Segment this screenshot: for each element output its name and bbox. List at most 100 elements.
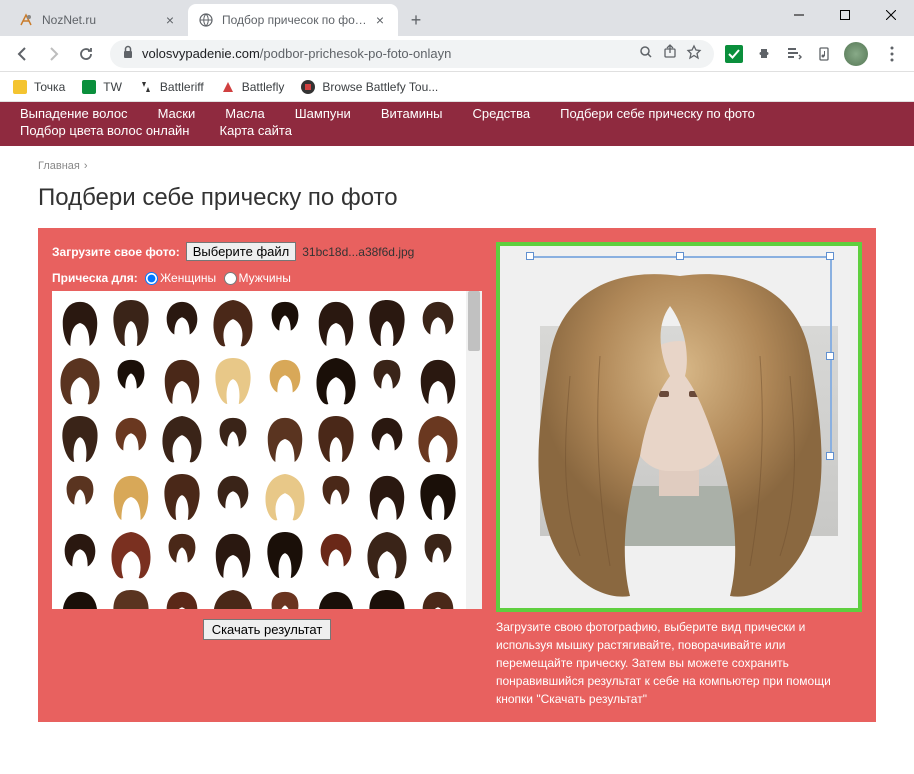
share-icon[interactable] [662, 44, 678, 63]
bookmark-item[interactable]: Battleriff [138, 79, 204, 95]
ext-puzzle-icon[interactable] [754, 44, 774, 64]
hairstyle-option[interactable] [414, 469, 462, 525]
nav-link[interactable]: Масла [225, 106, 265, 121]
download-result-button[interactable]: Скачать результат [203, 619, 332, 640]
hairstyle-option[interactable] [209, 585, 257, 609]
address-bar[interactable]: volosvypadenie.com/podbor-prichesok-po-f… [110, 40, 714, 68]
gallery-scrollbar[interactable] [466, 291, 482, 609]
hairstyle-option[interactable] [261, 527, 309, 583]
hairstyle-option[interactable] [107, 411, 155, 467]
gender-women-radio[interactable] [145, 272, 158, 285]
preview-panel: Загрузите свою фотографию, выберите вид … [496, 242, 862, 708]
hairstyle-option[interactable] [363, 295, 411, 351]
page-content: Выпадение волос Маски Масла Шампуни Вита… [0, 102, 914, 774]
hairstyle-option[interactable] [158, 411, 206, 467]
nav-link[interactable]: Витамины [381, 106, 443, 121]
hairstyle-option[interactable] [363, 585, 411, 609]
hairstyle-option[interactable] [56, 411, 104, 467]
hairstyle-option[interactable] [312, 527, 360, 583]
globe-icon [198, 12, 214, 28]
forward-button[interactable] [40, 40, 68, 68]
hairstyle-option[interactable] [414, 527, 462, 583]
hairstyle-option[interactable] [158, 353, 206, 409]
nav-link[interactable]: Подбор цвета волос онлайн [20, 123, 190, 138]
hairstyle-option[interactable] [363, 353, 411, 409]
hairstyle-option[interactable] [312, 585, 360, 609]
tab-active[interactable]: Подбор причесок по фото онл × [188, 4, 398, 36]
hairstyle-option[interactable] [158, 295, 206, 351]
bookmark-item[interactable]: Browse Battlefy Tou... [300, 79, 438, 95]
hairstyle-option[interactable] [56, 353, 104, 409]
nav-link[interactable]: Средства [473, 106, 531, 121]
hairstyle-option[interactable] [107, 295, 155, 351]
hairstyle-option[interactable] [158, 469, 206, 525]
maximize-button[interactable] [822, 0, 868, 30]
hairstyle-option[interactable] [312, 411, 360, 467]
hairstyle-option[interactable] [56, 527, 104, 583]
minimize-button[interactable] [776, 0, 822, 30]
hairstyle-option[interactable] [261, 295, 309, 351]
close-window-button[interactable] [868, 0, 914, 30]
bookmark-star-icon[interactable] [686, 44, 702, 63]
bookmark-item[interactable]: Точка [12, 79, 65, 95]
bookmark-icon [220, 79, 236, 95]
hairstyle-option[interactable] [414, 353, 462, 409]
hairstyle-option[interactable] [363, 469, 411, 525]
hairstyle-option[interactable] [56, 585, 104, 609]
hairstyle-option[interactable] [158, 527, 206, 583]
bookmark-icon [81, 79, 97, 95]
hairstyle-option[interactable] [209, 411, 257, 467]
ext-list-icon[interactable] [784, 44, 804, 64]
ext-music-icon[interactable] [814, 44, 834, 64]
instructions-text: Загрузите свою фотографию, выберите вид … [496, 618, 862, 708]
nav-link[interactable]: Маски [158, 106, 196, 121]
hairstyle-overlay[interactable] [510, 256, 850, 606]
hairstyle-option[interactable] [261, 353, 309, 409]
new-tab-button[interactable]: + [402, 6, 430, 34]
nav-link[interactable]: Карта сайта [220, 123, 292, 138]
bookmark-item[interactable]: Battlefly [220, 79, 285, 95]
search-lens-icon[interactable] [638, 44, 654, 63]
hairstyle-option[interactable] [261, 585, 309, 609]
gender-men-radio[interactable] [224, 272, 237, 285]
bookmark-item[interactable]: TW [81, 79, 122, 95]
hairstyle-option[interactable] [158, 585, 206, 609]
hairstyle-option[interactable] [209, 295, 257, 351]
nav-link[interactable]: Выпадение волос [20, 106, 128, 121]
hairstyle-option[interactable] [363, 527, 411, 583]
hairstyle-option[interactable] [209, 353, 257, 409]
bookmarks-bar: Точка TW Battleriff Battlefly Browse Bat… [0, 72, 914, 102]
choose-file-button[interactable]: Выберите файл [186, 242, 296, 261]
hairstyle-option[interactable] [107, 527, 155, 583]
hairstyle-option[interactable] [414, 411, 462, 467]
hairstyle-option[interactable] [107, 469, 155, 525]
hairstyle-option[interactable] [261, 469, 309, 525]
tab-noznet[interactable]: NozNet.ru × [8, 4, 188, 36]
hairstyle-option[interactable] [56, 295, 104, 351]
close-icon[interactable]: × [162, 12, 178, 28]
nav-link[interactable]: Подбери себе прическу по фото [560, 106, 755, 121]
back-button[interactable] [8, 40, 36, 68]
hairstyle-option[interactable] [56, 469, 104, 525]
ext-check-icon[interactable] [724, 44, 744, 64]
reload-button[interactable] [72, 40, 100, 68]
hairstyle-option[interactable] [107, 353, 155, 409]
hairstyle-option[interactable] [209, 469, 257, 525]
hairstyle-option[interactable] [312, 295, 360, 351]
hairstyle-option[interactable] [312, 353, 360, 409]
hairstyle-option[interactable] [107, 585, 155, 609]
breadcrumb-home[interactable]: Главная [38, 160, 80, 172]
hairstyle-option[interactable] [261, 411, 309, 467]
browser-menu-button[interactable] [878, 40, 906, 68]
nav-link[interactable]: Шампуни [295, 106, 351, 121]
hairstyle-option[interactable] [414, 585, 462, 609]
profile-avatar[interactable] [844, 42, 868, 66]
close-icon[interactable]: × [372, 12, 388, 28]
hairstyle-option[interactable] [363, 411, 411, 467]
photo-preview[interactable] [496, 242, 862, 612]
hairstyle-option[interactable] [414, 295, 462, 351]
hairstyle-option[interactable] [209, 527, 257, 583]
hairstyle-option[interactable] [312, 469, 360, 525]
browser-toolbar: volosvypadenie.com/podbor-prichesok-po-f… [0, 36, 914, 72]
selected-filename: 31bc18d...a38f6d.jpg [302, 245, 414, 259]
